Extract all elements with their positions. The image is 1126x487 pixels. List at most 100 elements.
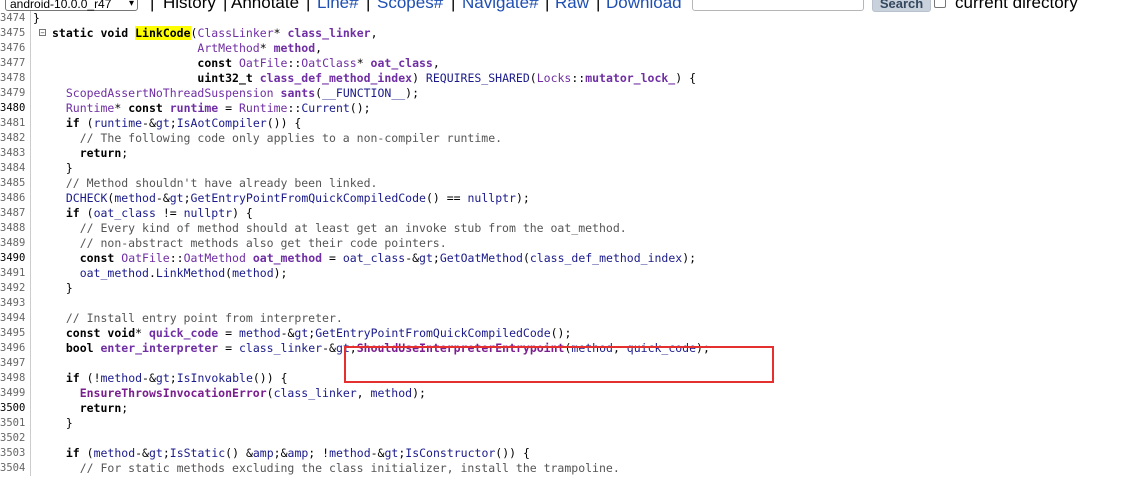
- code-line: 3490 const OatFile::OatMethod oat_method…: [0, 251, 1126, 266]
- gutter-divider: [30, 131, 31, 146]
- line-number-link[interactable]: 3487: [0, 206, 30, 221]
- line-number-link[interactable]: 3476: [0, 41, 30, 56]
- gutter-divider: [30, 26, 31, 41]
- line-number-link[interactable]: 3477: [0, 56, 30, 71]
- line-number-link[interactable]: 3478: [0, 71, 30, 86]
- code-text: if (method-&gt;IsStatic() &amp;&amp; !me…: [65, 446, 530, 460]
- line-number-link[interactable]: 3480: [0, 101, 30, 116]
- line-number-link[interactable]: 3500: [0, 401, 30, 416]
- gutter-divider: [30, 161, 31, 176]
- line-number-link[interactable]: 3481: [0, 116, 30, 131]
- code-text: return;: [79, 146, 129, 160]
- code-line: 3476 ArtMethod* method,: [0, 41, 1126, 56]
- gutter-divider: [30, 221, 31, 236]
- code-line: 3495 const void* quick_code = method-&gt…: [0, 326, 1126, 341]
- code-line: 3486 DCHECK(method-&gt;GetEntryPointFrom…: [0, 191, 1126, 206]
- line-number-link[interactable]: 3489: [0, 236, 30, 251]
- code-text: // Install entry point from interpreter.: [65, 311, 343, 325]
- line-number-link[interactable]: 3479: [0, 86, 30, 101]
- line-number-link[interactable]: 3493: [0, 296, 30, 311]
- code-line: 3481 if (runtime-&gt;IsAotCompiler()) {: [0, 116, 1126, 131]
- minus-box-icon[interactable]: −: [39, 29, 46, 37]
- line-number-link[interactable]: 3492: [0, 281, 30, 296]
- line-number-link[interactable]: 3495: [0, 326, 30, 341]
- gutter-divider: [30, 296, 31, 311]
- gutter-divider: [30, 206, 31, 221]
- gutter-divider: [30, 251, 31, 266]
- code-text: return;: [79, 401, 129, 415]
- gutter-divider: [30, 266, 31, 281]
- code-line: 3499 EnsureThrowsInvocationError(class_l…: [0, 386, 1126, 401]
- branch-select[interactable]: android-10.0.0_r47 ▾: [5, 0, 138, 11]
- branch-select-value: android-10.0.0_r47: [10, 0, 112, 11]
- code-text: static void LinkCode(ClassLinker* class_…: [52, 26, 378, 40]
- gutter-divider: [30, 356, 31, 371]
- gutter-divider: [30, 371, 31, 386]
- line-number-link[interactable]: 3496: [0, 341, 30, 356]
- code-line: 3488 // Every kind of method should at l…: [0, 221, 1126, 236]
- gutter-divider: [30, 41, 31, 56]
- gutter-divider: [30, 386, 31, 401]
- code-text: uint32_t class_def_method_index) REQUIRE…: [197, 71, 696, 85]
- gutter-divider: [30, 56, 31, 71]
- code-line: 3503 if (method-&gt;IsStatic() &amp;&amp…: [0, 446, 1126, 461]
- line-number-link[interactable]: 3502: [0, 431, 30, 446]
- line-number-link[interactable]: 3503: [0, 446, 30, 461]
- code-line: 3494 // Install entry point from interpr…: [0, 311, 1126, 326]
- gutter-divider: [30, 431, 31, 446]
- code-text: }: [33, 11, 40, 25]
- line-number-link[interactable]: 3488: [0, 221, 30, 236]
- code-text: // non-abstract methods also get their c…: [79, 236, 447, 250]
- code-line: 3482 // The following code only applies …: [0, 131, 1126, 146]
- gutter-divider: [30, 11, 31, 26]
- code-text: // For static methods excluding the clas…: [79, 461, 620, 475]
- code-text: const OatFile::OatMethod oat_method = oa…: [79, 251, 697, 265]
- line-number-link[interactable]: 3498: [0, 371, 30, 386]
- code-line: 3493: [0, 296, 1126, 311]
- gutter-divider: [30, 146, 31, 161]
- code-line: 3480 Runtime* const runtime = Runtime::C…: [0, 101, 1126, 116]
- code-line: 3483 return;: [0, 146, 1126, 161]
- code-text: const OatFile::OatClass* oat_class,: [197, 56, 440, 70]
- line-number-link[interactable]: 3474: [0, 11, 30, 26]
- line-number-link[interactable]: 3483: [0, 146, 30, 161]
- gutter-divider: [30, 446, 31, 461]
- line-number-link[interactable]: 3482: [0, 131, 30, 146]
- search-input[interactable]: [692, 0, 864, 11]
- code-text: DCHECK(method-&gt;GetEntryPointFromQuick…: [65, 191, 530, 205]
- code-line: 3501 }: [0, 416, 1126, 431]
- line-number-link[interactable]: 3499: [0, 386, 30, 401]
- line-number-link[interactable]: 3486: [0, 191, 30, 206]
- gutter-divider: [30, 236, 31, 251]
- line-number-link[interactable]: 3504: [0, 461, 30, 476]
- code-line: 3504 // For static methods excluding the…: [0, 461, 1126, 476]
- code-text: oat_method.LinkMethod(method);: [79, 266, 288, 280]
- gutter-divider: [30, 116, 31, 131]
- line-number-link[interactable]: 3490: [0, 251, 30, 266]
- gutter-divider: [30, 416, 31, 431]
- code-line: 3479 ScopedAssertNoThreadSuspension sant…: [0, 86, 1126, 101]
- code-line: 3487 if (oat_class != nullptr) {: [0, 206, 1126, 221]
- line-number-link[interactable]: 3485: [0, 176, 30, 191]
- gutter-divider: [30, 326, 31, 341]
- line-number-link[interactable]: 3501: [0, 416, 30, 431]
- line-number-link[interactable]: 3491: [0, 266, 30, 281]
- line-number-link[interactable]: 3475: [0, 26, 30, 41]
- line-number-link[interactable]: 3497: [0, 356, 30, 371]
- current-directory-checkbox[interactable]: [934, 0, 946, 8]
- code-line: 3484 }: [0, 161, 1126, 176]
- code-text: EnsureThrowsInvocationError(class_linker…: [79, 386, 426, 400]
- gutter-divider: [30, 86, 31, 101]
- code-line: 3478 uint32_t class_def_method_index) RE…: [0, 71, 1126, 86]
- code-line: 3489 // non-abstract methods also get th…: [0, 236, 1126, 251]
- code-line: 3502: [0, 431, 1126, 446]
- gutter-divider: [30, 401, 31, 416]
- line-number-link[interactable]: 3494: [0, 311, 30, 326]
- code-line: 3492 }: [0, 281, 1126, 296]
- gutter-divider: [30, 461, 31, 476]
- code-line: 3474}: [0, 11, 1126, 26]
- code-text: if (oat_class != nullptr) {: [65, 206, 253, 220]
- code-line: 3491 oat_method.LinkMethod(method);: [0, 266, 1126, 281]
- code-text: }: [52, 281, 73, 295]
- line-number-link[interactable]: 3484: [0, 161, 30, 176]
